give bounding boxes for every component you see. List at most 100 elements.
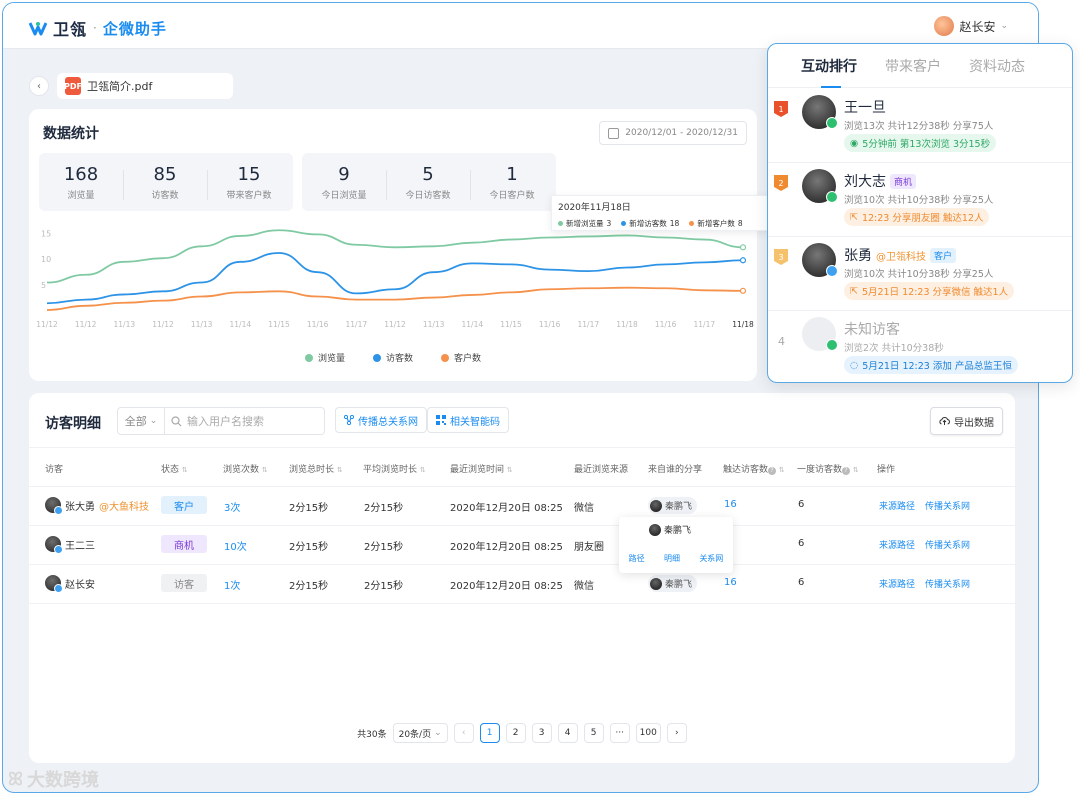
series-point[interactable] — [739, 257, 747, 264]
tab-material-activity[interactable]: 资料动态 — [969, 56, 1025, 76]
page-button[interactable]: 2 — [505, 723, 526, 743]
reach-count[interactable]: 16 — [724, 577, 737, 588]
page-button[interactable]: 1 — [479, 723, 500, 743]
avatar — [45, 497, 63, 515]
total-time: 2分15秒 — [289, 542, 329, 553]
back-button[interactable]: ‹ — [29, 76, 49, 96]
tooltip-value: 8 — [737, 219, 743, 228]
user-menu[interactable]: 赵长安 ⌄ — [934, 16, 1008, 36]
kpi-today-customers: 1 今日客户数 — [470, 164, 554, 201]
sort-icon: ⇅ — [181, 466, 188, 474]
source-path-link[interactable]: 来源路径 — [879, 538, 915, 551]
y-tick-label: 10 — [41, 255, 51, 264]
avg-time: 2分15秒 — [364, 542, 404, 553]
avatar — [649, 523, 661, 536]
filter-value: 全部 — [124, 415, 147, 428]
logo[interactable]: 卫瓴 · 企微助手 — [29, 16, 167, 40]
tab-interaction-rank[interactable]: 互动排行 — [801, 56, 857, 88]
th-sharer: 来自谁的分享 — [648, 465, 703, 475]
visitor-cell[interactable]: 赵长安 — [45, 575, 95, 593]
tooltip-item: 新增浏览量 3 — [558, 218, 611, 229]
views-link[interactable]: 1次 — [224, 577, 240, 592]
page-size-select[interactable]: 20条/页 ⌄ — [392, 723, 448, 743]
views-link[interactable]: 10次 — [224, 538, 247, 553]
legend-item-visitors[interactable]: 访客数 — [372, 351, 413, 364]
th-avg-time[interactable]: 平均浏览时长 ⇅ — [363, 462, 426, 475]
views-link[interactable]: 3次 — [224, 499, 240, 514]
sharer-chip[interactable]: 秦鹏飞 — [648, 497, 698, 514]
ranking-item[interactable]: 4 未知访客 浏览2次 共计10分38秒 ◌ 5月21日 12:23 添加 产品总… — [768, 311, 1072, 382]
sharer-chip[interactable]: 秦鹏飞 — [648, 575, 698, 592]
qrcode-icon — [436, 415, 446, 425]
page-ellipsis[interactable]: ··· — [609, 723, 630, 743]
ranking-item[interactable]: 3 张勇 @卫瓴科技 客户 浏览10次 共计10分38秒 分享25人 ⇱ 5月21日 … — [768, 237, 1072, 311]
series-point[interactable] — [739, 287, 747, 294]
th-first-degree[interactable]: 一度访客数? ⇅ — [797, 462, 859, 475]
th-total-time[interactable]: 浏览总时长 ⇅ — [289, 462, 343, 475]
tooltip-title: 2020年11月18日 — [558, 203, 631, 213]
page-button[interactable]: 4 — [557, 723, 578, 743]
date-range-picker[interactable]: 2020/12/01 - 2020/12/31 — [599, 121, 747, 145]
export-button[interactable]: 导出数据 — [930, 407, 1003, 435]
source: 朋友圈 — [574, 542, 604, 553]
kpi-value: 5 — [422, 163, 434, 185]
status-badge: 客户 — [161, 496, 207, 514]
ranking-meta: 浏览2次 共计10分38秒 — [844, 343, 944, 354]
source-path-link[interactable]: 来源路径 — [879, 499, 915, 512]
th-source: 最近浏览来源 — [574, 465, 629, 475]
last-time: 2020年12月20日 08:25 — [450, 581, 563, 592]
ranking-name: 刘大志 商机 — [844, 171, 917, 191]
smart-code-button[interactable]: 相关智能码 — [427, 407, 509, 433]
legend-item-views[interactable]: 浏览量 — [304, 351, 345, 364]
series-point[interactable] — [739, 244, 747, 251]
next-page-button[interactable]: › — [666, 723, 687, 743]
relation-network-link[interactable]: 传播关系网 — [925, 538, 970, 551]
ranking-meta: 浏览13次 共计12分38秒 分享75人 — [844, 121, 994, 132]
visitor-name: 张大勇 — [65, 501, 95, 513]
ranking-item[interactable]: 2 刘大志 商机 浏览10次 共计10分38秒 分享25人 ⇱ 12:23 分享朋友… — [768, 163, 1072, 237]
prev-page-button[interactable]: ‹ — [453, 723, 474, 743]
page-button[interactable]: 100 — [635, 723, 661, 743]
visitor-cell[interactable]: 张大勇 @大鱼科技 — [45, 497, 149, 515]
search-input[interactable] — [187, 414, 317, 428]
th-last-time[interactable]: 最近浏览时间 ⇅ — [450, 462, 513, 475]
pagination: 共30条 20条/页 ⌄ ‹ 1 2 3 4 5 ··· 100 › — [29, 723, 1015, 743]
relation-network-link[interactable]: 传播关系网 — [925, 577, 970, 590]
sharer-name: 秦鹏飞 — [665, 580, 693, 590]
x-tick-label: 11/14 — [462, 320, 484, 329]
filter-select[interactable]: 全部 ⌄ — [117, 407, 165, 435]
th-views[interactable]: 浏览次数 ⇅ — [223, 462, 268, 475]
ranking-item[interactable]: 1 王一旦 浏览13次 共计12分38秒 分享75人 ◉ 5分钟前 第13次浏览 … — [768, 89, 1072, 163]
tab-customers-brought[interactable]: 带来客户 — [885, 56, 941, 76]
date-range-value: 2020/12/01 - 2020/12/31 — [625, 128, 738, 138]
chevron-down-icon: ⌄ — [434, 728, 442, 738]
reach-count[interactable]: 16 — [724, 499, 737, 510]
file-chip: PDF 卫瓴简介.pdf — [57, 73, 233, 99]
tooltip-value: 3 — [606, 219, 612, 228]
th-status[interactable]: 状态 ⇅ — [161, 462, 188, 475]
relation-network-button[interactable]: 传播总关系网 — [335, 407, 427, 433]
page-button[interactable]: 5 — [583, 723, 604, 743]
legend-item-customers[interactable]: 客户数 — [441, 351, 481, 364]
kpi-label: 浏览量 — [67, 190, 95, 201]
popover-detail-link[interactable]: 明细 — [664, 553, 680, 564]
watermark-logo-icon: ꕤ — [8, 768, 23, 790]
source-path-link[interactable]: 来源路径 — [879, 577, 915, 590]
th-reach[interactable]: 触达访客数? ⇅ — [723, 462, 785, 475]
popover-network-link[interactable]: 关系网 — [699, 553, 723, 564]
first-degree-count: 6 — [798, 499, 805, 510]
tooltip-label: 新增浏览量 — [566, 219, 604, 228]
sort-icon: ⇅ — [419, 466, 426, 474]
relation-network-link[interactable]: 传播关系网 — [925, 499, 970, 512]
kpi-label: 访客数 — [151, 190, 179, 201]
popover-path-link[interactable]: 路径 — [629, 553, 645, 564]
kpi-value: 15 — [237, 163, 261, 185]
table-row: 张大勇 @大鱼科技 客户 3次 2分15秒 2分15秒 2020年12月20日 0… — [29, 487, 1015, 526]
total-count: 共30条 — [357, 729, 387, 740]
visitor-cell[interactable]: 王二三 — [45, 536, 95, 554]
share-icon: ⇱ — [850, 285, 858, 297]
page-button[interactable]: 3 — [531, 723, 552, 743]
cloud-upload-icon — [939, 417, 950, 425]
legend-label: 客户数 — [454, 354, 482, 364]
ranking-activity: ⇱ 12:23 分享朋友圈 触达12人 — [844, 208, 990, 226]
